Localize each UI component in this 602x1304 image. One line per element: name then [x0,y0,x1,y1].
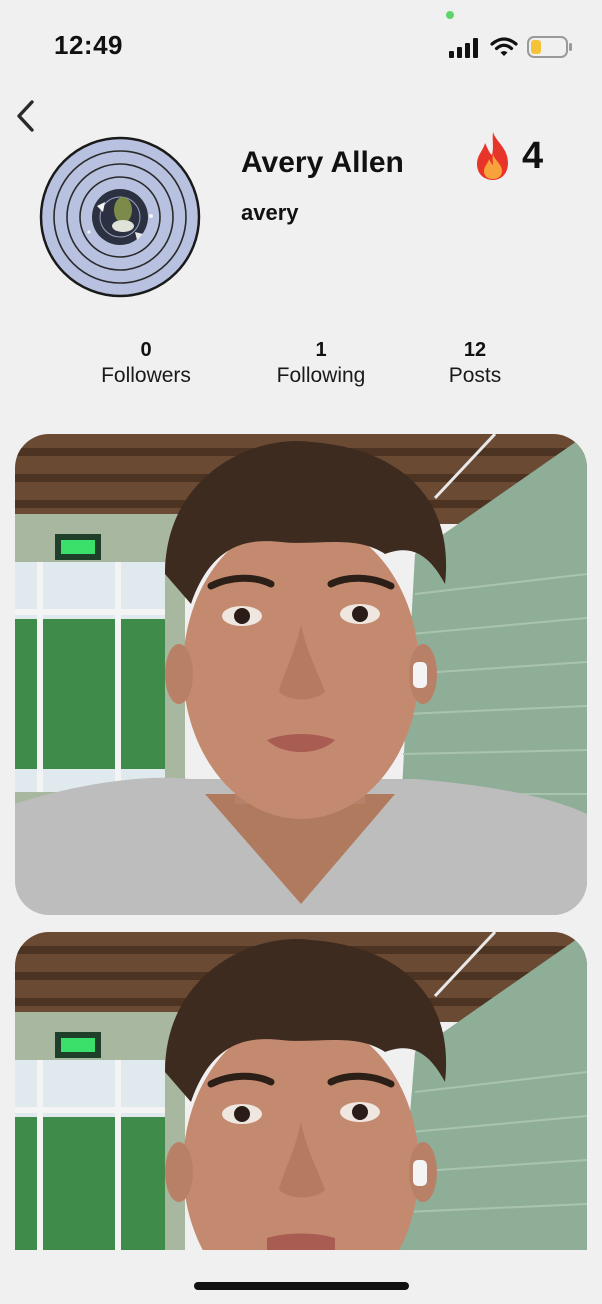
chevron-left-icon [17,100,34,132]
posts-label: Posts [448,364,502,387]
selfie-photo [15,434,587,915]
following-stat[interactable]: 1 Following [241,338,401,390]
battery-low-icon [527,36,572,58]
posts-count: 12 [463,339,487,361]
username: avery [241,200,299,225]
posts-stat[interactable]: 12 Posts [395,338,555,390]
selfie-photo [15,932,587,1250]
target-avatar [39,136,201,298]
cellular-signal-icon [449,38,478,58]
profile-screen: 12:49 Avery Allen avery 4 0 Followers 1 … [0,0,602,1304]
followers-count: 0 [140,339,152,361]
display-name: Avery Allen [241,146,404,179]
back-button[interactable] [8,96,44,136]
following-count: 1 [315,339,327,361]
post-image[interactable] [15,932,587,1250]
fire-icon [477,132,508,180]
status-bar: 12:49 [0,0,602,90]
post-image[interactable] [15,434,587,915]
home-indicator[interactable] [194,1282,409,1290]
followers-stat[interactable]: 0 Followers [66,338,226,390]
streak-count: 4 [522,134,544,177]
privacy-indicator-dot [446,11,454,19]
following-label: Following [276,364,366,387]
followers-label: Followers [101,364,191,387]
wifi-icon [490,37,518,56]
status-time: 12:49 [54,30,123,60]
streak-badge: 4 [472,128,543,184]
avatar[interactable] [39,136,201,298]
